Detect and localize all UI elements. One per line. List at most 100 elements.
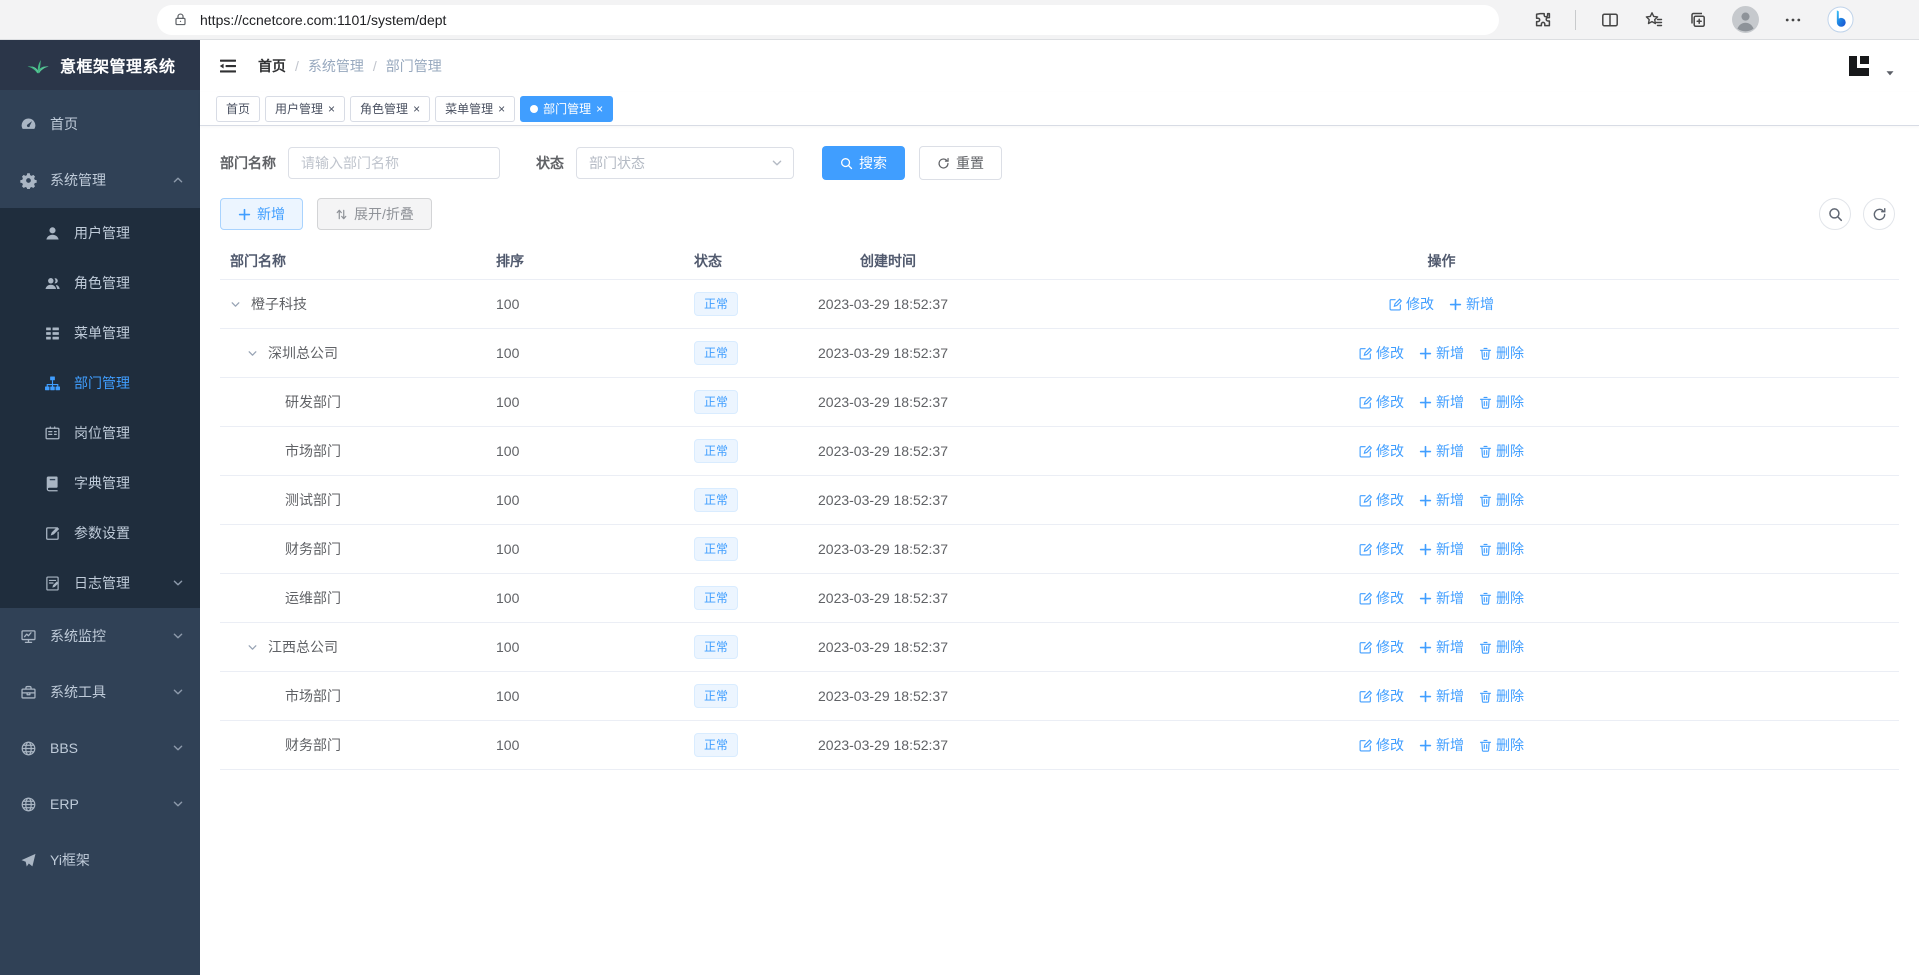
- user-avatar[interactable]: [1845, 52, 1873, 80]
- op-link[interactable]: 删除: [1479, 441, 1524, 461]
- copilot-icon[interactable]: [1827, 6, 1854, 33]
- status-label: 状态: [536, 153, 564, 173]
- op-link[interactable]: 新增: [1419, 588, 1464, 608]
- sidebar-item-label: 部门管理: [74, 373, 130, 393]
- close-icon[interactable]: ×: [328, 103, 335, 115]
- breadcrumb-item[interactable]: 首页: [258, 56, 286, 76]
- collections-icon[interactable]: [1688, 10, 1708, 30]
- url-text[interactable]: https://ccnetcore.com:1101/system/dept: [200, 12, 1365, 28]
- close-icon[interactable]: ×: [498, 103, 505, 115]
- created-cell: 2023-03-29 18:52:37: [812, 541, 1124, 557]
- op-link[interactable]: 修改: [1359, 637, 1404, 657]
- view-tab[interactable]: 部门管理 ×: [520, 96, 613, 122]
- sidebar-item[interactable]: Yi框架: [0, 832, 200, 888]
- add-button[interactable]: 新增: [220, 198, 303, 230]
- op-link[interactable]: 修改: [1359, 539, 1404, 559]
- refresh-table-button[interactable]: [1863, 198, 1895, 230]
- sidebar-item[interactable]: 用户管理: [0, 208, 200, 258]
- op-link[interactable]: 删除: [1479, 686, 1524, 706]
- op-link[interactable]: 修改: [1359, 490, 1404, 510]
- breadcrumb-item[interactable]: 系统管理: [308, 56, 364, 76]
- op-link[interactable]: 新增: [1419, 490, 1464, 510]
- dept-name-label: 部门名称: [220, 153, 276, 173]
- chevron-down-icon[interactable]: [247, 642, 258, 653]
- sidebar-item[interactable]: 系统监控: [0, 608, 200, 664]
- op-link[interactable]: 删除: [1479, 735, 1524, 755]
- op-link[interactable]: 修改: [1359, 343, 1404, 363]
- op-link[interactable]: 新增: [1419, 686, 1464, 706]
- reset-button[interactable]: 重置: [919, 146, 1002, 180]
- op-link[interactable]: 删除: [1479, 539, 1524, 559]
- op-link[interactable]: 删除: [1479, 392, 1524, 412]
- op-link[interactable]: 修改: [1359, 588, 1404, 608]
- sidebar-item[interactable]: 系统工具: [0, 664, 200, 720]
- op-link[interactable]: 修改: [1359, 686, 1404, 706]
- op-link[interactable]: 删除: [1479, 490, 1524, 510]
- sidebar-item[interactable]: BBS: [0, 720, 200, 776]
- favorites-icon[interactable]: [1644, 10, 1664, 30]
- address-bar[interactable]: https://ccnetcore.com:1101/system/dept: [157, 5, 1499, 35]
- breadcrumb-item[interactable]: 部门管理: [386, 56, 442, 76]
- show-search-button[interactable]: [1819, 198, 1851, 230]
- op-link[interactable]: 新增: [1419, 539, 1464, 559]
- sidebar-item[interactable]: 菜单管理: [0, 308, 200, 358]
- sidebar-item[interactable]: 岗位管理: [0, 408, 200, 458]
- op-link[interactable]: 删除: [1479, 588, 1524, 608]
- sidebar-item[interactable]: 系统管理: [0, 152, 200, 208]
- more-icon[interactable]: [1783, 10, 1803, 30]
- extensions-icon[interactable]: [1533, 10, 1553, 30]
- op-link[interactable]: 新增: [1419, 392, 1464, 412]
- op-link[interactable]: 新增: [1419, 441, 1464, 461]
- sidebar-item[interactable]: 部门管理: [0, 358, 200, 408]
- status-select[interactable]: 部门状态: [576, 147, 794, 179]
- chevron-up-icon: [172, 174, 184, 186]
- sidebar-item-label: BBS: [50, 740, 78, 756]
- lock-icon[interactable]: [173, 12, 188, 27]
- app-logo[interactable]: 意框架管理系统: [0, 40, 200, 90]
- status-badge: 正常: [694, 439, 738, 463]
- view-tab[interactable]: 菜单管理 ×: [435, 96, 515, 122]
- sidebar: 意框架管理系统 首页 系统管理 用户管理 角色管理: [0, 40, 200, 975]
- sidebar-item[interactable]: 日志管理: [0, 558, 200, 608]
- status-cell: 正常: [688, 635, 812, 659]
- sidebar-item[interactable]: 参数设置: [0, 508, 200, 558]
- op-link[interactable]: 删除: [1479, 637, 1524, 657]
- op-link[interactable]: 修改: [1359, 441, 1404, 461]
- close-icon[interactable]: ×: [596, 103, 603, 115]
- sidebar-item[interactable]: 首页: [0, 96, 200, 152]
- op-link[interactable]: 新增: [1419, 735, 1464, 755]
- op-link[interactable]: 修改: [1359, 392, 1404, 412]
- op-link[interactable]: 新增: [1419, 637, 1464, 657]
- profile-icon[interactable]: [1732, 6, 1759, 33]
- op-link[interactable]: 删除: [1479, 343, 1524, 363]
- dept-name: 市场部门: [285, 441, 341, 461]
- caret-down-icon[interactable]: [1885, 68, 1895, 78]
- status-cell: 正常: [688, 586, 812, 610]
- op-link[interactable]: 新增: [1449, 294, 1494, 314]
- sidebar-item[interactable]: 角色管理: [0, 258, 200, 308]
- chevron-down-icon[interactable]: [247, 348, 258, 359]
- expand-collapse-button[interactable]: 展开/折叠: [317, 198, 432, 230]
- dept-name-cell: 运维部门: [220, 588, 490, 608]
- sidebar-item[interactable]: 字典管理: [0, 458, 200, 508]
- close-icon[interactable]: ×: [413, 103, 420, 115]
- fold-menu-icon[interactable]: [218, 56, 238, 76]
- sidebar-item-label: 用户管理: [74, 223, 130, 243]
- sort-cell: 100: [490, 296, 688, 312]
- chevron-down-icon[interactable]: [230, 299, 241, 310]
- view-tab[interactable]: 用户管理 ×: [265, 96, 345, 122]
- split-screen-icon[interactable]: [1600, 10, 1620, 30]
- table-row: 财务部门 100 正常 2023-03-29 18:52:37 修改: [220, 721, 1899, 770]
- dept-name-input[interactable]: [288, 147, 500, 179]
- op-link[interactable]: 修改: [1359, 735, 1404, 755]
- op-link[interactable]: 新增: [1419, 343, 1464, 363]
- col-header-created: 创建时间: [812, 251, 1124, 271]
- view-tab[interactable]: 角色管理 ×: [350, 96, 430, 122]
- dept-name-cell: 深圳总公司: [220, 343, 490, 363]
- sidebar-item[interactable]: ERP: [0, 776, 200, 832]
- search-button[interactable]: 搜索: [822, 146, 905, 180]
- op-link[interactable]: 修改: [1389, 294, 1434, 314]
- plus-icon: [1419, 641, 1432, 654]
- sort-cell: 100: [490, 492, 688, 508]
- view-tab[interactable]: 首页: [216, 96, 260, 122]
